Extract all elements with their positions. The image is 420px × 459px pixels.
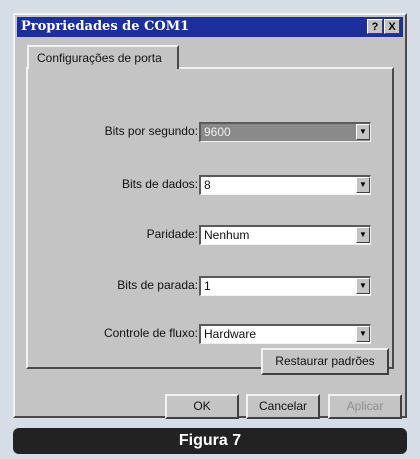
cancel-button[interactable]: Cancelar bbox=[246, 394, 320, 419]
close-button[interactable]: X bbox=[384, 19, 400, 34]
parity-label: Paridade: bbox=[146, 227, 198, 241]
stop-bits-label: Bits de parada: bbox=[117, 278, 198, 292]
properties-dialog: Propriedades de COM1 ? X Configurações d… bbox=[13, 13, 407, 419]
title-bar[interactable]: Propriedades de COM1 ? X bbox=[17, 17, 403, 37]
window-title: Propriedades de COM1 bbox=[21, 19, 190, 34]
stop-bits-select[interactable]: 1 ▼ bbox=[199, 276, 371, 296]
restore-defaults-button[interactable]: Restaurar padrões bbox=[261, 348, 389, 375]
chevron-down-icon[interactable]: ▼ bbox=[356, 124, 370, 140]
chevron-down-icon[interactable]: ▼ bbox=[356, 326, 370, 342]
figure-caption: Figura 7 bbox=[13, 428, 407, 454]
help-button[interactable]: ? bbox=[367, 19, 383, 34]
flow-control-label: Controle de fluxo: bbox=[103, 326, 198, 340]
chevron-down-icon[interactable]: ▼ bbox=[356, 177, 370, 193]
bits-per-second-label: Bits por segundo: bbox=[104, 124, 198, 138]
data-bits-label: Bits de dados: bbox=[121, 177, 198, 191]
parity-value: Nenhum bbox=[204, 228, 250, 242]
tab-panel: Bits por segundo: 9600 ▼ Bits de dados: … bbox=[26, 67, 394, 369]
data-bits-value: 8 bbox=[204, 178, 211, 192]
ok-button[interactable]: OK bbox=[165, 394, 239, 419]
bits-per-second-value: 9600 bbox=[204, 125, 231, 139]
tab-label: Configurações de porta bbox=[37, 51, 162, 65]
parity-select[interactable]: Nenhum ▼ bbox=[199, 225, 371, 245]
bits-per-second-select[interactable]: 9600 ▼ bbox=[199, 122, 371, 142]
data-bits-select[interactable]: 8 ▼ bbox=[199, 175, 371, 195]
tab-port-settings[interactable]: Configurações de porta bbox=[27, 45, 179, 69]
chevron-down-icon[interactable]: ▼ bbox=[356, 227, 370, 243]
chevron-down-icon[interactable]: ▼ bbox=[356, 278, 370, 294]
flow-control-select[interactable]: Hardware ▼ bbox=[199, 324, 371, 344]
stop-bits-value: 1 bbox=[204, 279, 211, 293]
apply-button[interactable]: Aplicar bbox=[328, 394, 402, 419]
flow-control-value: Hardware bbox=[204, 327, 257, 341]
